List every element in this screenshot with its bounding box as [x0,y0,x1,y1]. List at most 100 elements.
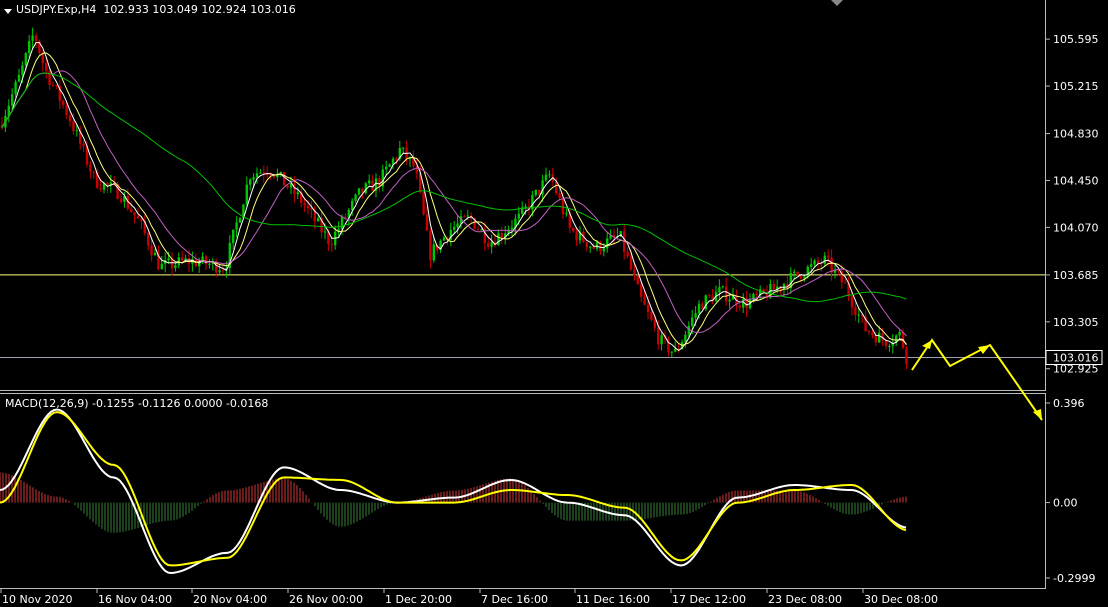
candle-body [816,260,820,264]
candle-body [255,173,259,178]
candle-body [636,275,639,285]
ma-mid-line [1,52,907,346]
candle-body [306,205,310,209]
candle-body [221,270,225,272]
candle-body [293,183,296,195]
candle-body [701,303,704,310]
time-tick-label: 17 Dec 12:00 [672,593,746,606]
time-tick-label: 11 Dec 16:00 [576,593,650,606]
candle-body [208,263,211,265]
candle-body [119,198,123,202]
time-tick-label: 16 Nov 04:00 [98,593,172,606]
candle-body [538,189,541,195]
symbol-header: USDJPY.Exp,H4 102.933 103.049 102.924 10… [4,3,296,16]
price-tick-label: 105.215 [1053,80,1099,93]
candle-body [463,216,466,218]
candle-body [317,218,320,222]
candle-body [266,174,269,176]
candle-body [147,233,150,246]
candle-body [793,271,796,273]
macd-tick-label: 0.00 [1053,497,1078,510]
candle-body [235,222,238,230]
candle-body [592,246,595,249]
ohlc-values: 102.933 103.049 102.924 103.016 [103,3,296,16]
candle-body [21,65,24,75]
candle-body [558,193,561,198]
candle-body [595,242,599,249]
candle-body [626,251,629,257]
macd-tick-label: -0.2999 [1053,572,1095,585]
candle-body [606,238,609,249]
candle-body [442,237,446,241]
scroll-marker-icon[interactable] [831,0,843,6]
price-tick-label: 103.685 [1053,269,1099,282]
candle-body [708,295,711,297]
candle-body [697,303,701,314]
candle-body [232,229,235,243]
candle-body [99,187,102,190]
candle-body [432,244,435,261]
candle-body [174,265,177,269]
candle-body [34,35,38,41]
macd-tick-label: 0.396 [1053,397,1085,410]
candle-body [738,305,741,308]
candle-body [810,264,813,267]
candle-body [259,172,262,174]
candle-body [476,228,480,230]
candle-body [354,194,357,201]
candle-body [181,257,184,261]
candle-body [548,174,551,176]
candle-body [75,130,78,132]
candle-body [453,227,456,230]
chart-window[interactable]: 105.595 105.215 104.830 104.450 104.070 103.6… [0,0,1108,607]
candle-body [45,63,48,71]
candle-body [575,231,578,241]
candle-body [653,319,656,328]
candle-body [51,85,55,87]
candle-body [218,270,221,273]
macd-header: MACD(12,26,9) -0.1255 -0.1126 0.0000 -0.… [5,397,268,410]
candle-body [643,296,646,305]
forecast-arrow-path [911,338,1043,421]
chart-canvas[interactable]: 105.595 105.215 104.830 104.450 104.070 103.6… [0,0,1108,607]
candle-body [721,286,724,288]
price-tick-label: 104.830 [1053,128,1099,141]
candle-body [160,263,163,270]
candle-body [782,283,786,290]
candle-body [425,214,429,231]
candle-body [854,307,857,316]
candle-body [585,242,588,248]
candle-body [330,244,333,246]
candle-body [510,227,514,230]
time-tick-label: 20 Nov 04:00 [193,593,267,606]
candle-body [480,229,483,231]
candle-body [153,252,157,256]
candle-body [11,94,14,106]
candle-body [130,208,133,212]
candle-body [385,166,388,170]
candle-body [388,164,391,167]
candle-body [150,245,153,256]
candle-body [429,230,432,261]
candle-body [844,282,847,284]
candle-body [674,348,677,352]
candle-body [602,248,605,252]
candle-body [755,294,758,296]
candle-body [565,213,568,215]
candle-body [323,231,327,233]
candle-body [92,171,95,173]
candle-body [517,213,520,219]
time-tick-label: 10 Nov 2020 [2,593,72,606]
candle-body [534,189,537,195]
ma-long-line [1,72,907,303]
candle-body [82,143,85,146]
candle-body [296,192,299,195]
time-tick-label: 23 Dec 08:00 [768,593,842,606]
candle-body [31,35,34,41]
candle-body [279,171,282,174]
candle-body [589,246,592,248]
candle-body [456,223,459,228]
price-tick-label: 104.070 [1053,221,1099,234]
candle-body [245,184,248,205]
candle-body [177,257,180,266]
